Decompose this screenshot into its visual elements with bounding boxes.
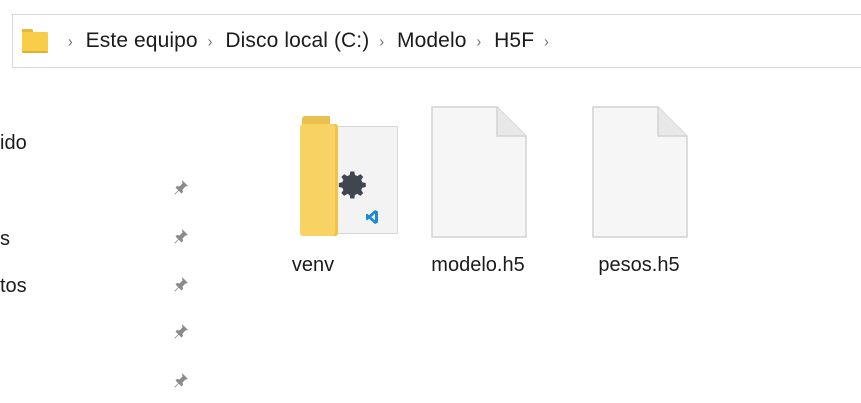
nav-item-label[interactable]: tos	[0, 275, 27, 298]
breadcrumb-item-este-equipo[interactable]: Este equipo	[86, 29, 198, 53]
breadcrumb-chevron-icon[interactable]: ›	[208, 32, 213, 50]
file-list: venv modelo.h5 pesos.h5	[205, 82, 861, 403]
nav-item-label[interactable]: s	[0, 228, 10, 251]
breadcrumb-chevron-icon[interactable]: ›	[544, 32, 549, 50]
file-item-modelo-h5[interactable]: modelo.h5	[403, 106, 553, 286]
breadcrumb-item-disco-local[interactable]: Disco local (C:)	[225, 29, 369, 53]
breadcrumb-chevron-icon[interactable]: ›	[68, 32, 73, 50]
breadcrumb: › Este equipo › Disco local (C:) › Model…	[58, 29, 562, 53]
pin-icon[interactable]	[172, 371, 190, 389]
file-item-pesos-h5[interactable]: pesos.h5	[564, 106, 714, 286]
nav-item-label[interactable]: ido	[0, 132, 27, 155]
generic-file-icon	[592, 106, 688, 238]
file-name: venv	[291, 254, 335, 276]
breadcrumb-chevron-icon[interactable]: ›	[379, 32, 384, 50]
generic-file-icon	[431, 106, 527, 238]
breadcrumb-chevron-icon[interactable]: ›	[477, 32, 482, 50]
pin-icon[interactable]	[172, 227, 190, 245]
navigation-pane: ido s tos	[0, 82, 205, 403]
file-name: modelo.h5	[431, 254, 525, 276]
breadcrumb-item-h5f[interactable]: H5F	[494, 29, 534, 53]
pin-icon[interactable]	[172, 275, 190, 293]
pin-icon[interactable]	[172, 178, 190, 196]
pin-icon[interactable]	[172, 322, 190, 340]
vscode-badge-icon	[366, 210, 378, 224]
breadcrumb-item-modelo[interactable]: Modelo	[397, 29, 466, 53]
address-bar[interactable]: › Este equipo › Disco local (C:) › Model…	[12, 14, 861, 68]
folder-icon	[22, 29, 48, 53]
gear-icon	[338, 171, 366, 199]
file-item-venv[interactable]: venv	[238, 106, 398, 286]
file-name: pesos.h5	[598, 254, 680, 276]
